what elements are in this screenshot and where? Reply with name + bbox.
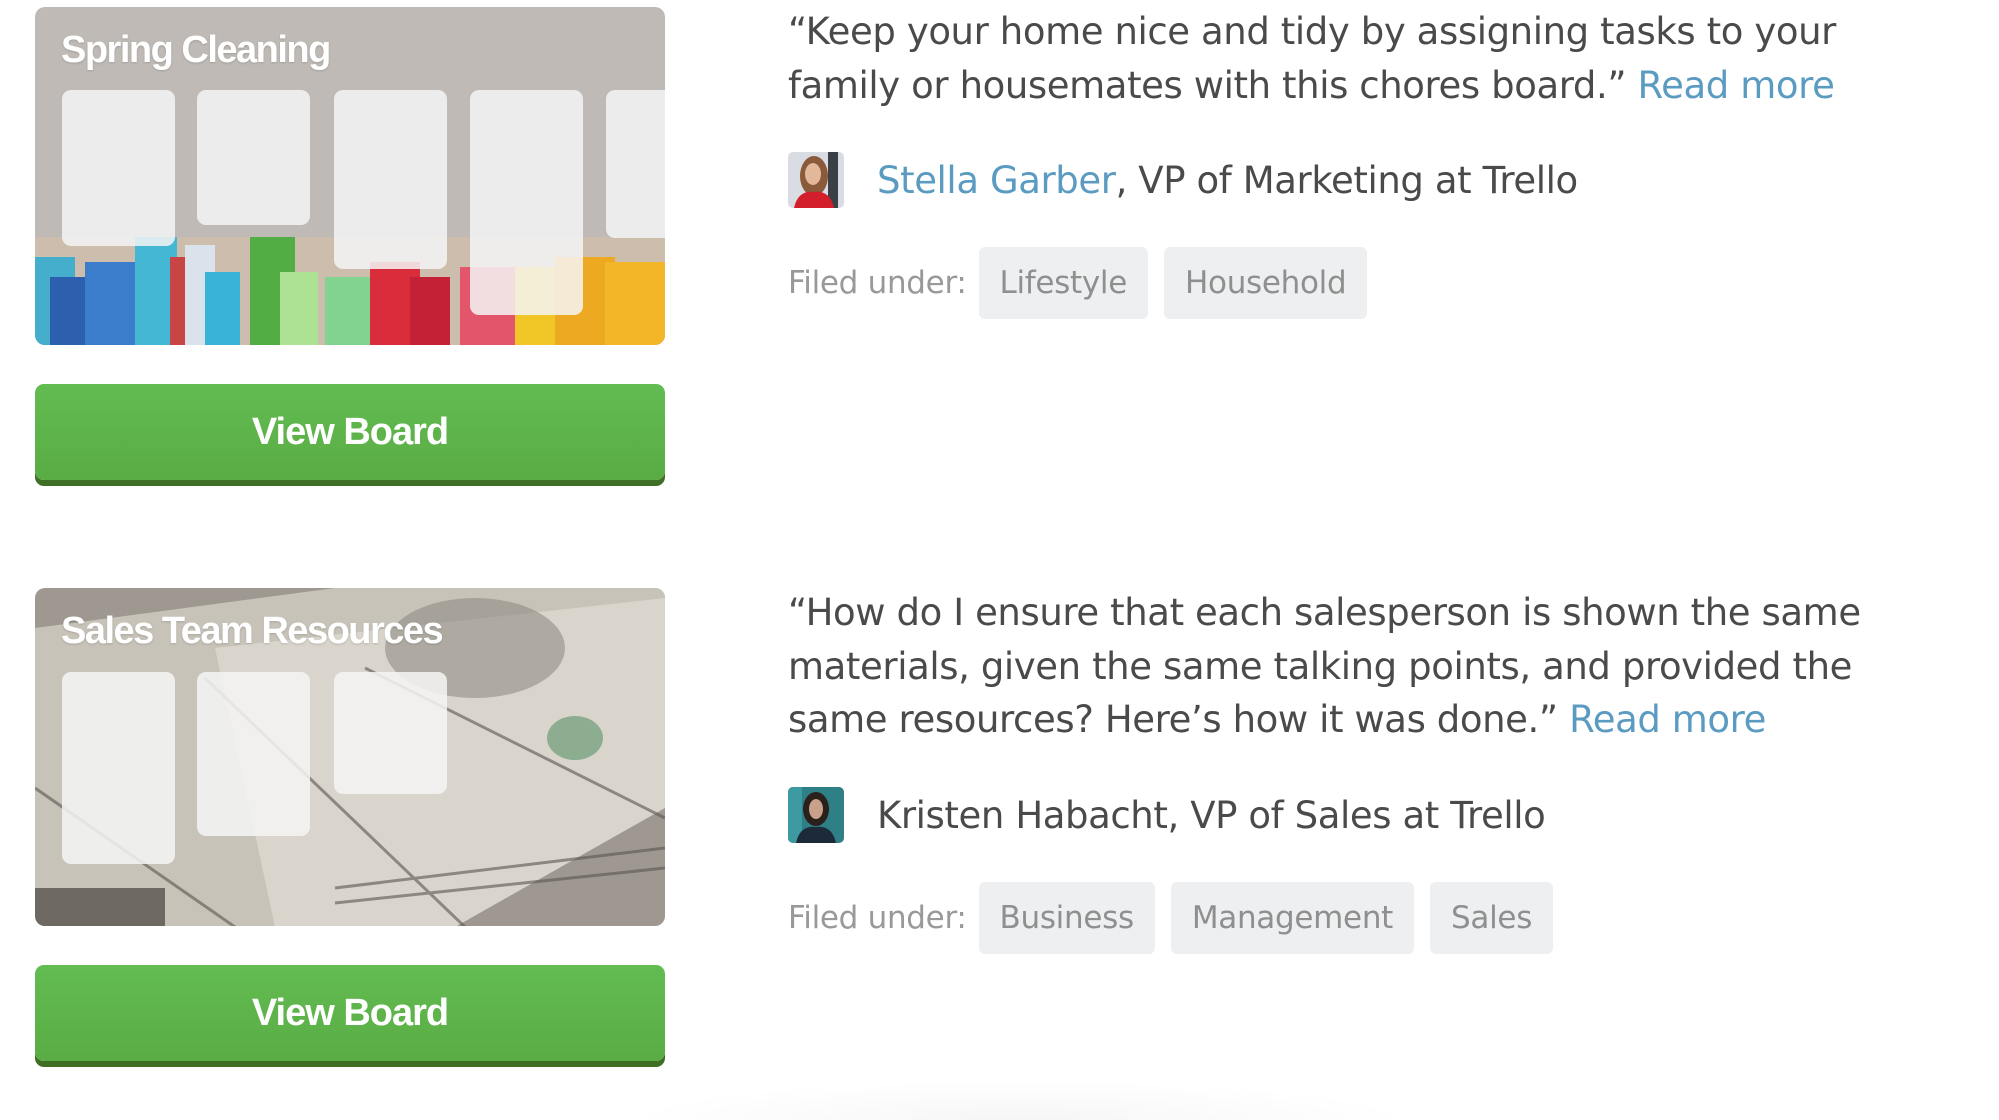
stella-garber-avatar	[788, 152, 844, 208]
tag-sales[interactable]: Sales	[1430, 882, 1554, 954]
board-quote: “How do I ensure that each salesperson i…	[788, 586, 1918, 747]
board-list-placeholder	[470, 90, 583, 315]
tag-lifestyle[interactable]: Lifestyle	[978, 247, 1149, 319]
board-thumbnail[interactable]: Sales Team Resources	[35, 588, 665, 926]
board-title: Spring Cleaning	[61, 29, 331, 71]
board-quote: “Keep your home nice and tidy by assigni…	[788, 5, 1918, 112]
board-title: Sales Team Resources	[61, 610, 444, 652]
board-list-placeholder	[62, 672, 175, 864]
read-more-link[interactable]: Read more	[1638, 64, 1835, 107]
board-list-placeholder	[606, 90, 665, 238]
view-board-button[interactable]: View Board	[35, 965, 665, 1061]
footer-shadow	[620, 1080, 1420, 1120]
author-name: Kristen Habacht	[877, 793, 1168, 837]
kristen-habacht-avatar	[788, 787, 844, 843]
filed-under-label: Filed under:	[788, 265, 967, 301]
read-more-link[interactable]: Read more	[1569, 698, 1766, 741]
author-title: , VP of Marketing at Trello	[1115, 158, 1579, 202]
board-list-placeholder	[334, 90, 447, 269]
board-list-placeholder	[62, 90, 175, 246]
author-name-link[interactable]: Stella Garber	[877, 159, 1116, 202]
filed-under-label: Filed under:	[788, 900, 967, 936]
board-thumbnail[interactable]: Spring Cleaning	[35, 7, 665, 345]
filed-under-tags: Filed under: Business Management Sales	[788, 882, 1569, 954]
tag-household[interactable]: Household	[1164, 247, 1368, 319]
view-board-button[interactable]: View Board	[35, 384, 665, 480]
board-list-placeholder	[197, 672, 310, 836]
author-title: , VP of Sales at Trello	[1167, 793, 1546, 837]
tag-management[interactable]: Management	[1170, 882, 1415, 954]
board-list-placeholder	[197, 90, 310, 225]
board-list-placeholder	[334, 672, 447, 794]
author-row: Stella Garber , VP of Marketing at Trell…	[788, 152, 1578, 208]
filed-under-tags: Filed under: Lifestyle Household	[788, 247, 1383, 319]
author-row: Kristen Habacht , VP of Sales at Trello	[788, 787, 1546, 843]
tag-business[interactable]: Business	[978, 882, 1155, 954]
avatar-photo	[788, 787, 844, 843]
avatar-photo	[788, 152, 844, 208]
